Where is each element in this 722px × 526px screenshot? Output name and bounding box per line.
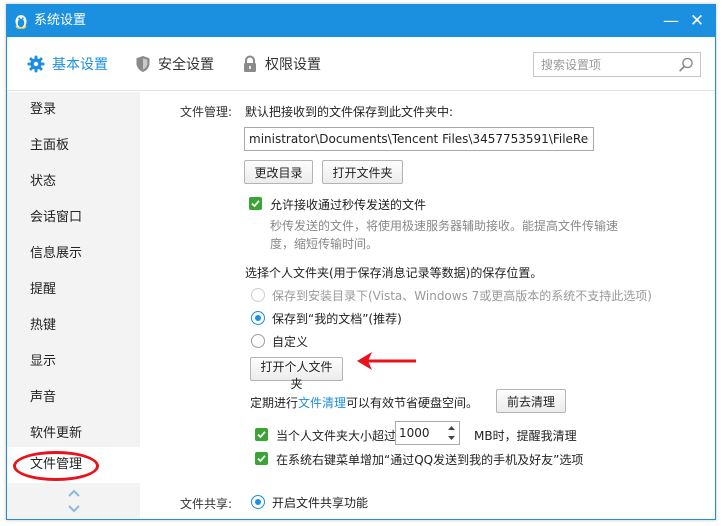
radio-install-dir-label: 保存到安装目录下(Vista、Windows 7或更高版本的系统不支持此选项): [272, 289, 652, 303]
radio-install-dir[interactable]: [251, 288, 265, 302]
personal-folder-text: 选择个人文件夹(用于保存消息记录等数据)的保存位置。: [245, 266, 543, 280]
default-save-text: 默认把接收到的文件保存到此文件夹中:: [245, 105, 454, 119]
tab-security-settings-label: 安全设置: [158, 57, 214, 73]
instant-transfer-checkbox[interactable]: [249, 197, 262, 210]
sidebar-item-hotkeys[interactable]: 热键: [7, 308, 140, 344]
minimize-button[interactable]: —: [661, 11, 681, 31]
tab-permission-settings-label: 权限设置: [265, 57, 321, 73]
context-menu-checkbox[interactable]: [255, 452, 268, 465]
shield-icon: [136, 56, 150, 72]
sidebar-scroll-arrows: [66, 487, 82, 517]
sidebar: 登录 主面板 状态 会话窗口 信息展示 提醒 热键 显示 声音 软件更新 文件管…: [7, 92, 140, 519]
checkmark-icon: [251, 200, 260, 208]
search-icon[interactable]: [679, 57, 694, 72]
title-bar[interactable]: 系统设置 — ✕: [7, 5, 715, 37]
checkmark-icon: [257, 455, 266, 463]
chevron-up-icon[interactable]: [66, 487, 82, 499]
sidebar-item-reminder[interactable]: 提醒: [7, 272, 140, 308]
file-sharing-label: 文件共享:: [180, 497, 233, 511]
settings-content: 文件管理: 默认把接收到的文件保存到此文件夹中: 更改目录 打开文件夹 允许接收…: [140, 92, 715, 519]
gear-icon: [27, 55, 45, 73]
file-management-label: 文件管理:: [180, 105, 233, 119]
red-arrow-icon: [357, 352, 416, 370]
close-button[interactable]: ✕: [687, 11, 707, 31]
window-title: 系统设置: [34, 13, 87, 28]
instant-transfer-label: 允许接收通过秒传发送的文件: [270, 198, 427, 212]
open-personal-folder-button[interactable]: 打开个人文件夹: [250, 357, 343, 391]
cleanup-text: 定期进行文件清理可以有效节省硬盘空间。: [250, 396, 479, 410]
checkmark-icon: [257, 431, 266, 439]
size-limit-stepper: [395, 421, 460, 445]
chevron-down-icon[interactable]: [66, 503, 82, 515]
lock-icon: [244, 55, 256, 72]
tab-bar: 基本设置 安全设置 权限设置: [7, 37, 715, 91]
spin-down-icon[interactable]: [446, 433, 457, 443]
size-reminder-checkbox[interactable]: [255, 428, 268, 441]
sidebar-item-file-management[interactable]: 文件管理: [7, 447, 140, 483]
search-box: [533, 52, 701, 77]
open-folder-button[interactable]: 打开文件夹: [322, 160, 403, 184]
radio-enable-sharing[interactable]: [251, 495, 265, 509]
sidebar-item-login[interactable]: 登录: [7, 92, 140, 128]
sidebar-item-display[interactable]: 显示: [7, 344, 140, 380]
instant-transfer-desc-line2: 度，缩短传输时间。: [270, 237, 379, 251]
change-directory-button[interactable]: 更改目录: [244, 160, 313, 184]
sidebar-item-sound[interactable]: 声音: [7, 380, 140, 416]
radio-my-documents-label: 保存到“我的文档”(推荐): [272, 312, 402, 326]
radio-custom[interactable]: [251, 334, 265, 348]
enable-sharing-label: 开启文件共享功能: [272, 496, 369, 510]
tab-security-settings[interactable]: 安全设置: [135, 51, 214, 77]
penguin-icon: [15, 15, 27, 29]
settings-window: 系统设置 — ✕ 基本设置 安全设置 权限设置 搜索设置项 登录 主面板 状态 …: [6, 4, 716, 520]
sidebar-item-chat-window[interactable]: 会话窗口: [7, 200, 140, 236]
tab-basic-settings-label: 基本设置: [52, 57, 108, 73]
search-input[interactable]: [534, 53, 674, 76]
save-path-field[interactable]: [244, 127, 594, 151]
sidebar-item-status[interactable]: 状态: [7, 164, 140, 200]
context-menu-label: 在系统右键菜单增加“通过QQ发送到我的手机及好友”选项: [276, 453, 584, 467]
sidebar-item-info-display[interactable]: 信息展示: [7, 236, 140, 272]
file-cleanup-link[interactable]: 文件清理: [298, 396, 346, 410]
size-reminder-prefix: 当个人文件夹大小超过: [276, 429, 397, 443]
go-cleanup-button[interactable]: 前去清理: [496, 389, 566, 413]
radio-custom-label: 自定义: [272, 335, 309, 349]
radio-my-documents[interactable]: [251, 311, 265, 325]
size-reminder-suffix: MB时，提醒我清理: [474, 429, 577, 443]
instant-transfer-desc-line1: 秒传发送的文件，将使用极速服务器辅助接收。能提高文件传输速: [270, 219, 619, 233]
spin-up-icon[interactable]: [446, 423, 457, 433]
tab-permission-settings[interactable]: 权限设置: [242, 51, 321, 77]
sidebar-item-main-panel[interactable]: 主面板: [7, 128, 140, 164]
size-limit-input[interactable]: [396, 422, 444, 444]
tab-basic-settings[interactable]: 基本设置: [27, 51, 108, 77]
